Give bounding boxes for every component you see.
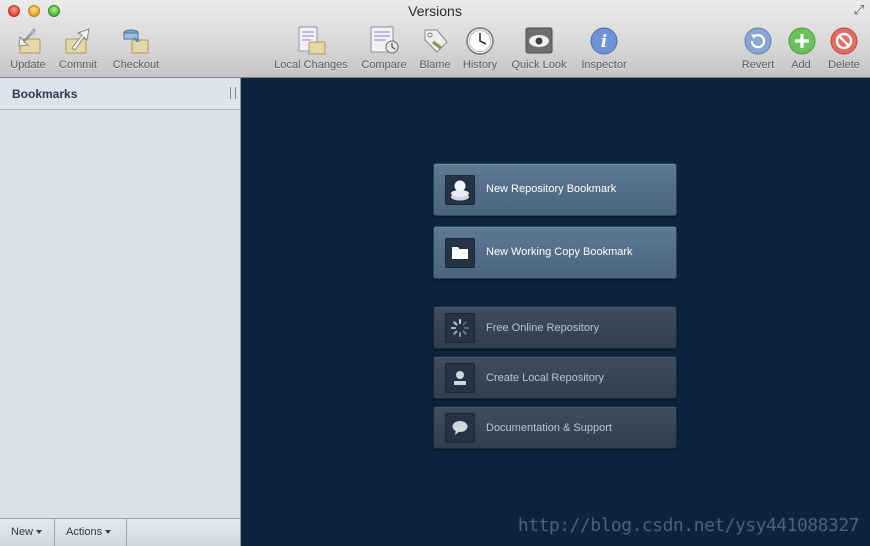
plus-icon — [788, 27, 816, 55]
svg-text:i: i — [601, 32, 607, 52]
commit-label: Commit — [59, 59, 97, 71]
new-repository-bookmark-label: New Repository Bookmark — [486, 183, 617, 195]
chevron-down-icon — [36, 530, 43, 535]
actions-menu-label: Actions — [66, 526, 103, 538]
spinner-icon — [445, 313, 475, 343]
new-repository-bookmark-button[interactable]: New Repository Bookmark — [433, 163, 677, 216]
revert-label: Revert — [741, 59, 775, 71]
welcome-panel: New Repository Bookmark New Working Copy… — [241, 78, 870, 546]
chevron-down-icon — [105, 530, 112, 535]
blame-button[interactable]: Blame — [417, 26, 453, 74]
delete-button[interactable]: Delete — [826, 26, 862, 74]
new-menu-button[interactable]: New — [0, 519, 55, 546]
revert-button[interactable]: Revert — [740, 26, 776, 74]
watermark: http://blog.csdn.net/ysy441088327 — [517, 515, 860, 536]
info-icon: i — [590, 27, 618, 55]
bookmarks-header: Bookmarks — [0, 78, 240, 110]
inspector-label: Inspector — [581, 59, 627, 71]
actions-menu-button[interactable]: Actions — [55, 519, 127, 546]
inspector-button[interactable]: i Inspector — [578, 26, 630, 74]
checkout-button[interactable]: Checkout — [110, 26, 162, 74]
toolbar: Versions ⤢ Update Commit Checkout Local … — [0, 0, 870, 78]
blame-icon — [424, 29, 448, 53]
free-online-repository-button[interactable]: Free Online Repository — [433, 306, 677, 349]
window-title: Versions — [408, 3, 462, 19]
checkout-icon — [123, 29, 149, 54]
documentation-support-label: Documentation & Support — [486, 422, 612, 434]
add-label: Add — [791, 59, 811, 71]
local-changes-button[interactable]: Local Changes — [272, 26, 350, 74]
bookmarks-list — [0, 110, 240, 518]
compare-icon — [370, 26, 399, 54]
checkout-label: Checkout — [112, 59, 160, 71]
quick-look-button[interactable]: Quick Look — [508, 26, 570, 74]
new-working-copy-bookmark-label: New Working Copy Bookmark — [486, 246, 633, 258]
create-local-repository-button[interactable]: Create Local Repository — [433, 356, 677, 399]
update-button[interactable]: Update — [8, 26, 48, 74]
revert-icon — [744, 27, 772, 55]
free-online-repository-label: Free Online Repository — [486, 322, 600, 334]
new-menu-label: New — [11, 526, 34, 538]
create-local-repository-label: Create Local Repository — [486, 372, 605, 384]
compare-label: Compare — [361, 59, 407, 71]
update-label: Update — [10, 59, 46, 71]
add-button[interactable]: Add — [786, 26, 816, 74]
database-icon — [445, 363, 475, 393]
repository-icon — [445, 175, 475, 205]
history-label: History — [462, 59, 498, 71]
compare-button[interactable]: Compare — [359, 26, 409, 74]
app-window: Versions ⤢ Update Commit Checkout Local … — [0, 0, 870, 546]
sidebar: Bookmarks New Actions — [0, 78, 241, 546]
fullscreen-icon[interactable]: ⤢ — [852, 3, 866, 17]
delete-label: Delete — [828, 59, 860, 71]
quick-look-label: Quick Look — [511, 59, 567, 71]
local-changes-icon — [298, 26, 326, 55]
delete-icon — [830, 27, 858, 55]
speech-bubble-icon — [445, 413, 475, 443]
commit-icon — [65, 28, 90, 54]
commit-button[interactable]: Commit — [56, 26, 100, 74]
history-button[interactable]: History — [460, 26, 500, 74]
quick-look-icon — [525, 27, 553, 54]
local-changes-label: Local Changes — [274, 59, 348, 71]
bookmarks-title: Bookmarks — [12, 87, 78, 101]
sidebar-footer: New Actions — [0, 518, 240, 546]
history-icon — [466, 27, 494, 55]
new-working-copy-bookmark-button[interactable]: New Working Copy Bookmark — [433, 226, 677, 279]
folder-icon — [445, 238, 475, 268]
documentation-support-button[interactable]: Documentation & Support — [433, 406, 677, 449]
update-icon — [18, 28, 41, 54]
blame-label: Blame — [419, 59, 451, 71]
sidebar-resize-handle[interactable] — [230, 87, 236, 99]
